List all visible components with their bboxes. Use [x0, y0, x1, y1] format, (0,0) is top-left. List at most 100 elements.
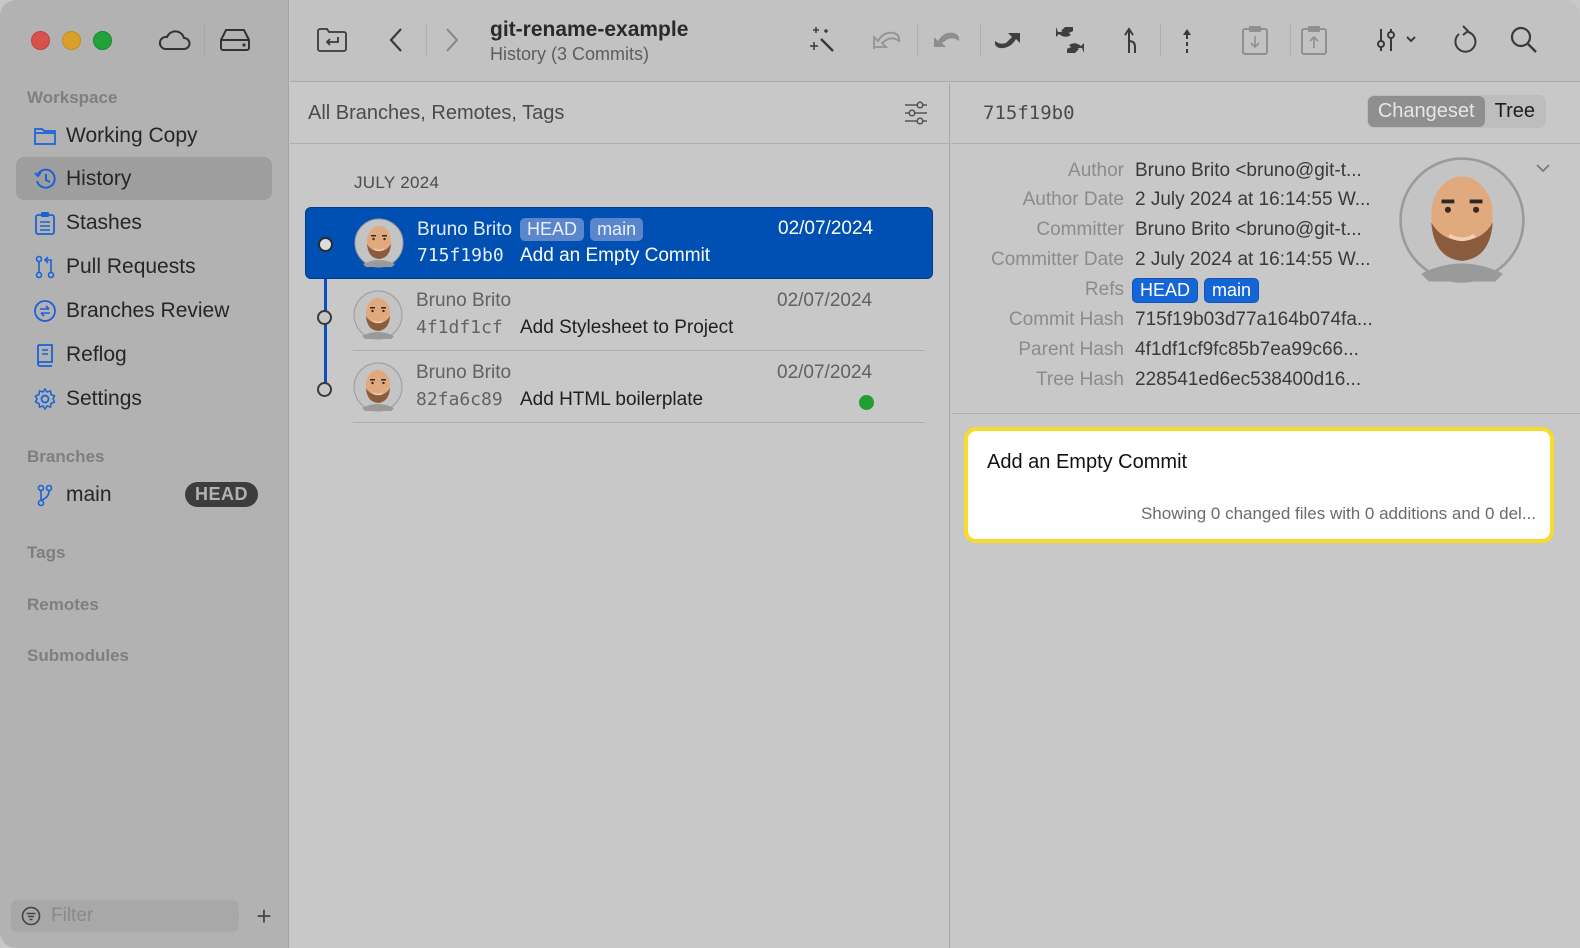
commit-row[interactable]: Bruno Brito 82fa6c89 Add HTML boilerplat… — [305, 352, 933, 424]
meta-label: Author Date — [1022, 189, 1124, 210]
stash-icon[interactable] — [1235, 22, 1275, 58]
sidebar-top-icons — [156, 24, 253, 56]
meta-label: Parent Hash — [1018, 339, 1124, 360]
commit-date: 02/07/2024 — [777, 290, 873, 311]
filter-settings-icon[interactable] — [903, 100, 929, 132]
commit-author: Bruno Brito — [416, 290, 512, 311]
commit-date: 02/07/2024 — [778, 218, 874, 239]
sidebar-item-label: Reflog — [66, 342, 127, 366]
meta-value[interactable]: 4f1df1cf9fc85b7ea99c66... — [1135, 339, 1359, 361]
sidebar-item-label: Settings — [66, 386, 142, 410]
sidebar-item-pull-requests[interactable]: Pull Requests — [16, 245, 272, 288]
meta-value[interactable]: Bruno Brito <bruno@git-t... — [1135, 219, 1362, 241]
meta-value[interactable]: 2 July 2024 at 16:14:55 W... — [1135, 189, 1371, 211]
redo-icon[interactable] — [926, 22, 966, 58]
commit-up-icon[interactable] — [1167, 22, 1207, 58]
meta-value[interactable]: Bruno Brito <bruno@git-t... — [1135, 160, 1362, 182]
commit-hash: 82fa6c89 — [416, 389, 503, 410]
meta-parent-hash: Parent Hash 4f1df1cf9fc85b7ea99c66... — [951, 335, 1391, 365]
commit-author: Bruno Brito — [416, 362, 512, 383]
detail-header: 715f19b0 Changeset Tree — [951, 83, 1580, 144]
meta-label: Commit Hash — [1008, 309, 1124, 330]
status-dot — [859, 395, 874, 410]
sidebar-item-label: Working Copy — [66, 123, 198, 147]
commit-graph-node — [317, 310, 332, 325]
pop-stash-icon[interactable] — [1294, 22, 1334, 58]
sync-icon[interactable] — [1050, 22, 1090, 58]
meta-tree-hash: Tree Hash 228541ed6ec538400d16... — [951, 365, 1391, 395]
commit-message: Add HTML boilerplate — [520, 389, 704, 410]
book-icon — [32, 342, 58, 368]
ref-badge-main[interactable]: main — [1204, 277, 1260, 303]
open-repo-icon[interactable] — [312, 22, 352, 58]
meta-refs: Refs HEAD main — [951, 275, 1391, 305]
commit-row[interactable]: Bruno Brito HEAD main 715f19b0 Add an Em… — [305, 207, 933, 279]
sidebar-item-working-copy[interactable]: Working Copy — [16, 114, 272, 157]
meta-label: Tree Hash — [1036, 369, 1124, 390]
zoom-window-button[interactable] — [93, 31, 112, 50]
forward-icon[interactable] — [432, 22, 472, 58]
sidebar-filter-input[interactable]: Filter — [11, 900, 239, 932]
chevron-down-icon[interactable] — [1535, 161, 1551, 179]
sidebar-item-stashes[interactable]: Stashes — [16, 201, 272, 244]
section-submodules[interactable]: Submodules — [27, 646, 129, 666]
clock-history-icon — [32, 166, 58, 192]
undo-icon[interactable] — [866, 22, 906, 58]
repo-subtitle: History (3 Commits) — [490, 44, 650, 64]
sidebar-item-history[interactable]: History — [16, 157, 272, 200]
cloud-icon[interactable] — [156, 24, 192, 56]
pull-request-icon — [32, 254, 58, 280]
tab-changeset[interactable]: Changeset — [1367, 96, 1485, 127]
meta-value[interactable]: 715f19b03d77a164b074fa... — [1135, 309, 1373, 331]
sidebar-item-branches-review[interactable]: Branches Review — [16, 289, 272, 332]
history-filter-header[interactable]: All Branches, Remotes, Tags — [290, 83, 949, 144]
close-window-button[interactable] — [31, 31, 50, 50]
window-controls — [31, 31, 112, 50]
commit-row[interactable]: Bruno Brito 4f1df1cf Add Stylesheet to P… — [305, 280, 933, 352]
author-avatar — [354, 218, 404, 268]
branch-icon — [32, 482, 58, 508]
divider — [917, 24, 918, 56]
meta-author: Author Bruno Brito <bruno@git-t... — [951, 156, 1391, 186]
ref-badge-head: HEAD — [520, 218, 585, 241]
detail-short-hash: 715f19b0 — [983, 102, 1075, 124]
commit-message-card: Add an Empty Commit Showing 0 changed fi… — [964, 427, 1554, 543]
author-avatar-large — [1398, 156, 1526, 284]
push-icon[interactable] — [988, 22, 1028, 58]
branch-item-main[interactable]: main HEAD — [16, 473, 272, 516]
sidebar-item-settings[interactable]: Settings — [16, 377, 272, 420]
meta-label: Refs — [1084, 279, 1124, 300]
commit-hash: 715f19b0 — [417, 245, 504, 266]
meta-label: Committer Date — [990, 249, 1124, 270]
meta-value[interactable]: 228541ed6ec538400d16... — [1135, 369, 1361, 391]
view-options-icon[interactable] — [1370, 22, 1426, 58]
branch-filter-label[interactable]: All Branches, Remotes, Tags — [308, 102, 564, 125]
repo-name: git-rename-example — [490, 18, 689, 41]
magic-wand-icon[interactable] — [802, 22, 842, 58]
divider — [353, 422, 925, 423]
ref-badge-head[interactable]: HEAD — [1132, 277, 1199, 303]
search-icon[interactable] — [1504, 22, 1544, 58]
commit-message: Add Stylesheet to Project — [520, 317, 734, 338]
view-segmented-control: Changeset Tree — [1366, 95, 1546, 128]
back-icon[interactable] — [376, 22, 416, 58]
meta-author-date: Author Date 2 July 2024 at 16:14:55 W... — [951, 185, 1391, 215]
sidebar-item-reflog[interactable]: Reflog — [16, 333, 272, 376]
tab-tree[interactable]: Tree — [1485, 96, 1545, 127]
sidebar: Workspace Working Copy History Stashes P… — [0, 0, 289, 948]
add-button[interactable]: + — [252, 902, 276, 930]
changes-summary: Showing 0 changed files with 0 additions… — [1140, 504, 1536, 523]
branch-up-icon[interactable] — [1112, 22, 1152, 58]
toolbar: git-rename-example History (3 Commits) — [290, 0, 1580, 82]
commit-author: Bruno Brito HEAD main — [417, 218, 644, 241]
divider — [1290, 24, 1291, 56]
section-tags[interactable]: Tags — [27, 543, 65, 563]
drive-icon[interactable] — [217, 24, 253, 56]
minimize-window-button[interactable] — [62, 31, 81, 50]
section-remotes[interactable]: Remotes — [27, 595, 99, 615]
author-avatar — [353, 362, 403, 412]
sidebar-item-label: Branches Review — [66, 298, 230, 322]
refresh-icon[interactable] — [1445, 22, 1485, 58]
divider — [353, 350, 925, 351]
meta-value[interactable]: 2 July 2024 at 16:14:55 W... — [1135, 249, 1371, 271]
